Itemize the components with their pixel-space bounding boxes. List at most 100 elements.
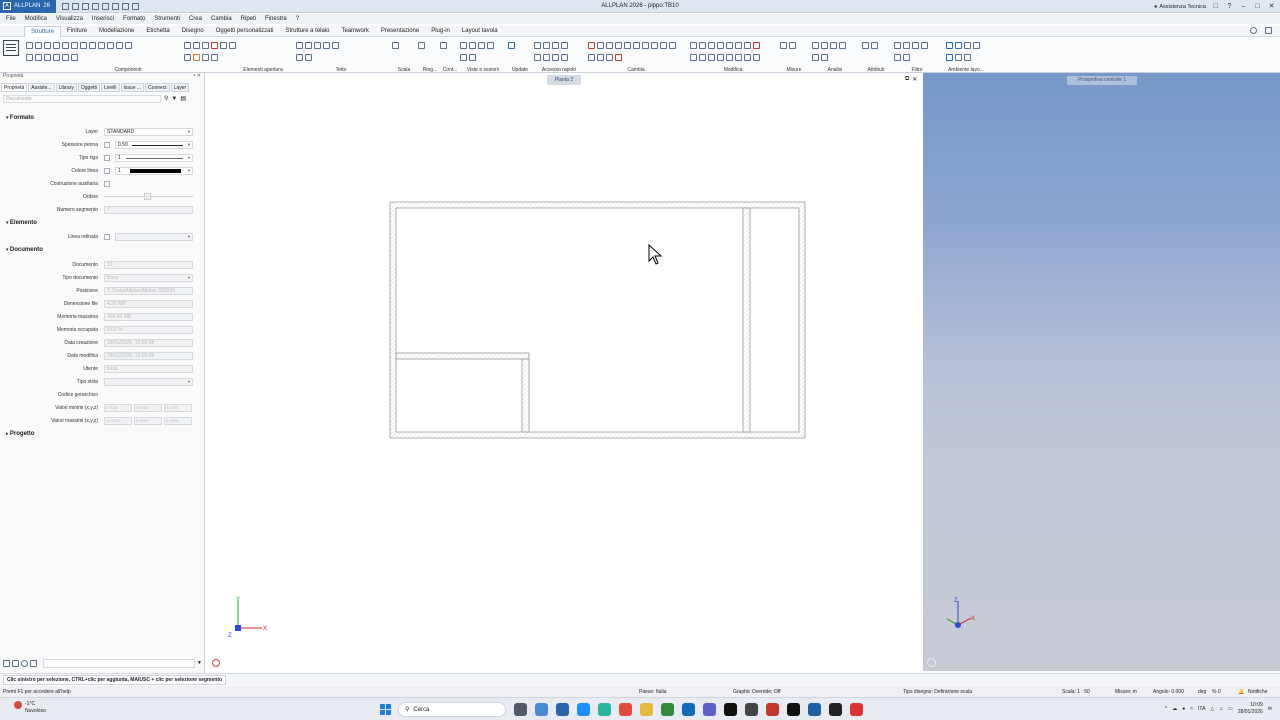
ungroup-icon[interactable] <box>744 41 751 49</box>
clock[interactable]: 10:09 28/01/2026 <box>1238 702 1263 716</box>
trim-icon[interactable] <box>642 41 649 49</box>
volume-icon[interactable]: ♫ <box>1219 706 1223 712</box>
tab-finiture[interactable]: Finiture <box>61 26 93 37</box>
stair-tool-icon[interactable] <box>392 41 399 49</box>
widgets-icon[interactable] <box>535 703 548 716</box>
object-tool-icon[interactable] <box>30 659 37 667</box>
minimize-icon[interactable]: – <box>1239 2 1248 11</box>
acrobat-icon[interactable] <box>850 703 863 716</box>
checkbox[interactable] <box>104 181 110 187</box>
allplan-taskbar-icon[interactable] <box>787 703 800 716</box>
section-documento[interactable]: Documento <box>6 247 43 253</box>
edge-icon[interactable] <box>598 703 611 716</box>
recess-icon[interactable] <box>35 53 42 61</box>
menu-help[interactable]: ? <box>296 16 299 22</box>
palette-menu-icon[interactable] <box>3 40 19 56</box>
room-icon[interactable] <box>71 41 78 49</box>
menu-cambia[interactable]: Cambia <box>211 16 232 22</box>
rafter-icon[interactable] <box>323 41 330 49</box>
menu-strumenti[interactable]: Strumenti <box>154 16 180 22</box>
tab-proprieta[interactable]: Proprietà <box>1 83 28 92</box>
door-smartpart-icon[interactable] <box>202 53 209 61</box>
group-icon[interactable] <box>735 41 742 49</box>
tab-library[interactable]: Library <box>55 83 77 92</box>
window-smartpart-icon[interactable] <box>193 53 200 61</box>
extend-icon[interactable] <box>651 41 658 49</box>
roof-plane-icon[interactable] <box>296 41 303 49</box>
tab-disegno[interactable]: Disegno <box>176 26 210 37</box>
corner-window-icon[interactable] <box>202 41 209 49</box>
close-view-icon[interactable]: ✕ <box>912 76 917 83</box>
sum-icon[interactable] <box>735 53 742 61</box>
modify-icon[interactable] <box>588 53 595 61</box>
chimney-icon[interactable] <box>125 41 132 49</box>
line-type-select[interactable]: 1 ▼ <box>115 154 193 162</box>
align-icon[interactable] <box>690 41 697 49</box>
line-icon[interactable] <box>534 41 541 49</box>
crosshair-icon[interactable] <box>946 53 953 61</box>
panel-options-icon[interactable]: ▤ <box>180 95 186 102</box>
print-icon[interactable] <box>92 2 100 10</box>
settings-icon[interactable] <box>132 2 140 10</box>
close-icon[interactable]: ✕ <box>1267 2 1276 11</box>
elevation-icon[interactable] <box>469 41 476 49</box>
dimension-icon[interactable] <box>561 41 568 49</box>
move-icon[interactable] <box>606 41 613 49</box>
search-input[interactable]: Documento <box>3 94 161 103</box>
media-player-icon[interactable] <box>829 703 842 716</box>
order-value[interactable]: 0 <box>144 193 151 200</box>
tab-modellazione[interactable]: Modellazione <box>93 26 140 37</box>
tab-plug-in[interactable]: Plug-in <box>425 26 456 37</box>
tab-oggetti-personalizzati[interactable]: Oggetti personalizzati <box>210 26 280 37</box>
gutter-icon[interactable] <box>305 53 312 61</box>
niche-icon[interactable] <box>71 53 78 61</box>
joint-icon[interactable] <box>53 53 60 61</box>
scale-status[interactable]: Scala: 1 : 50 <box>1062 689 1090 695</box>
country-status[interactable]: Paese: Italia <box>639 689 667 695</box>
checkbox[interactable] <box>104 142 110 148</box>
update-icon[interactable] <box>508 41 515 49</box>
tab-oggetti[interactable]: Oggetti <box>77 83 101 92</box>
array-icon[interactable] <box>726 41 733 49</box>
attr-icon[interactable] <box>744 53 751 61</box>
tab-layer[interactable]: Layer <box>170 83 190 92</box>
red-app-icon[interactable] <box>766 703 779 716</box>
cloud-icon[interactable]: ☁ <box>1172 706 1177 712</box>
search-icon[interactable]: ⚲ <box>164 95 168 102</box>
taskbar-search[interactable]: ⚲ Cerca <box>398 702 506 717</box>
dormer-icon[interactable] <box>305 41 312 49</box>
delete-icon[interactable] <box>753 41 760 49</box>
mirror-icon[interactable] <box>624 41 631 49</box>
network-icon[interactable]: △ <box>1210 706 1214 712</box>
copy-icon[interactable] <box>597 41 604 49</box>
roof-cover-icon[interactable] <box>314 41 321 49</box>
outlook-icon[interactable] <box>682 703 695 716</box>
menu-visualizza[interactable]: Visualizza <box>56 16 83 22</box>
attribute-icon[interactable] <box>862 41 869 49</box>
save-icon[interactable] <box>82 2 90 10</box>
foundation-icon[interactable] <box>98 41 105 49</box>
filter-select-icon[interactable] <box>894 53 901 61</box>
opening-smartpart-icon[interactable] <box>211 41 218 49</box>
text-icon[interactable] <box>552 41 559 49</box>
checkbox[interactable] <box>104 234 110 240</box>
new-file-icon[interactable] <box>62 2 70 10</box>
rotate-icon[interactable] <box>615 41 622 49</box>
stair-icon[interactable] <box>80 41 87 49</box>
menu-file[interactable]: File <box>6 16 16 22</box>
reveal-icon[interactable] <box>220 41 227 49</box>
notification-bell-icon[interactable]: ✉ <box>1268 706 1272 712</box>
quantity-icon[interactable] <box>812 53 819 61</box>
section-icon[interactable] <box>460 41 467 49</box>
chevron-up-icon[interactable]: ^ <box>1165 706 1167 712</box>
split-icon[interactable] <box>669 41 676 49</box>
opening-icon[interactable] <box>35 41 42 49</box>
menu-crea[interactable]: Crea <box>189 16 202 22</box>
filter-clear-icon[interactable] <box>903 53 910 61</box>
battery-icon[interactable]: ▭ <box>1228 706 1233 712</box>
hatch-icon[interactable] <box>543 53 550 61</box>
file-explorer-icon[interactable] <box>640 703 653 716</box>
tool-icon[interactable] <box>3 659 10 667</box>
skylight-icon[interactable] <box>296 53 303 61</box>
panel-pin-icon[interactable]: • ✕ <box>194 73 204 83</box>
